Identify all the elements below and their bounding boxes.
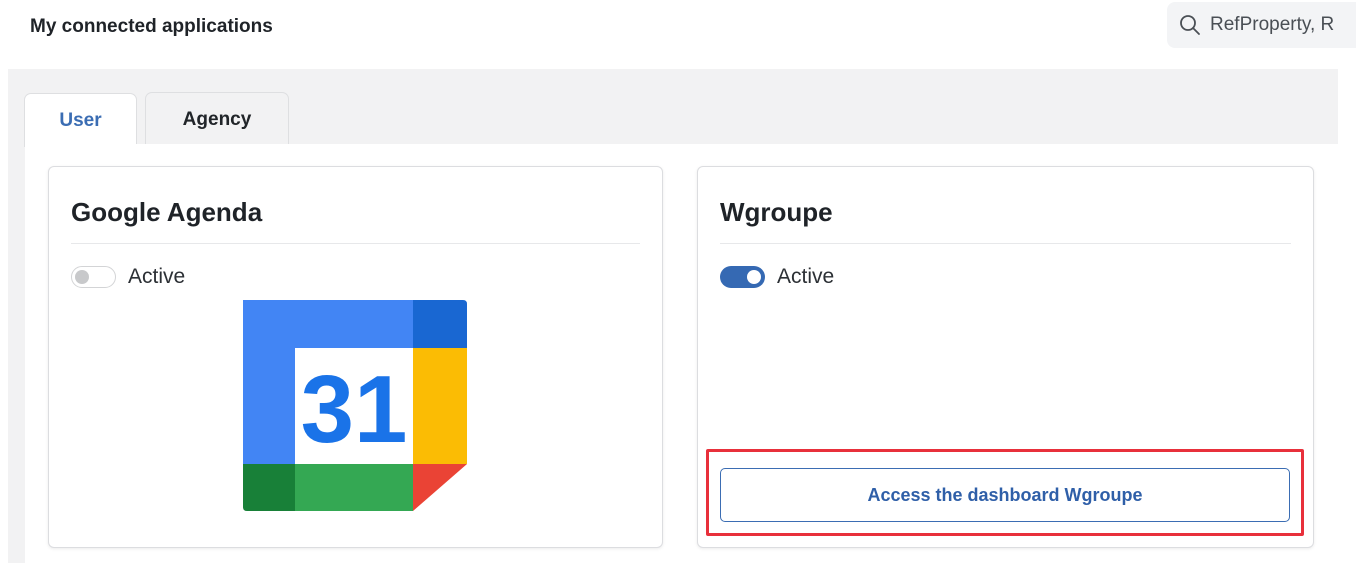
active-toggle[interactable] — [720, 266, 765, 288]
logo-red — [413, 464, 467, 511]
toggle-label: Active — [128, 265, 186, 288]
active-toggle[interactable] — [71, 266, 116, 288]
tab-panel-user: Google Agenda Active 31 Wgroupe Active A… — [25, 144, 1338, 563]
card-title: Wgroupe — [720, 197, 833, 227]
access-dashboard-button[interactable]: Access the dashboard Wgroupe — [720, 468, 1290, 522]
active-toggle-row: Active — [71, 265, 185, 289]
toggle-knob — [75, 270, 89, 284]
tab-user[interactable]: User — [24, 93, 137, 147]
card-title: Google Agenda — [71, 197, 263, 227]
logo-dark-green — [243, 464, 295, 511]
app-card-google-agenda: Google Agenda Active 31 — [48, 166, 663, 548]
search-input-value[interactable]: RefProperty, R — [1210, 14, 1334, 36]
toggle-knob — [747, 270, 761, 284]
toggle-label: Active — [777, 265, 835, 288]
card-divider — [71, 243, 640, 244]
logo-date-number: 31 — [301, 356, 408, 463]
search-box[interactable]: RefProperty, R — [1167, 2, 1356, 48]
top-bar: My connected applications RefProperty, R — [0, 0, 1356, 68]
app-card-wgroupe: Wgroupe Active Access the dashboard Wgro… — [697, 166, 1314, 548]
tab-agency[interactable]: Agency — [145, 92, 289, 146]
logo-green — [295, 464, 413, 511]
search-icon — [1180, 15, 1200, 35]
content-area: User Agency Google Agenda Active 31 Wgro… — [8, 69, 1338, 563]
active-toggle-row: Active — [720, 265, 834, 289]
google-calendar-logo: 31 — [243, 300, 467, 511]
logo-blue-corner — [413, 300, 467, 348]
page-title: My connected applications — [30, 16, 273, 37]
card-divider — [720, 243, 1291, 244]
logo-yellow — [413, 348, 467, 464]
